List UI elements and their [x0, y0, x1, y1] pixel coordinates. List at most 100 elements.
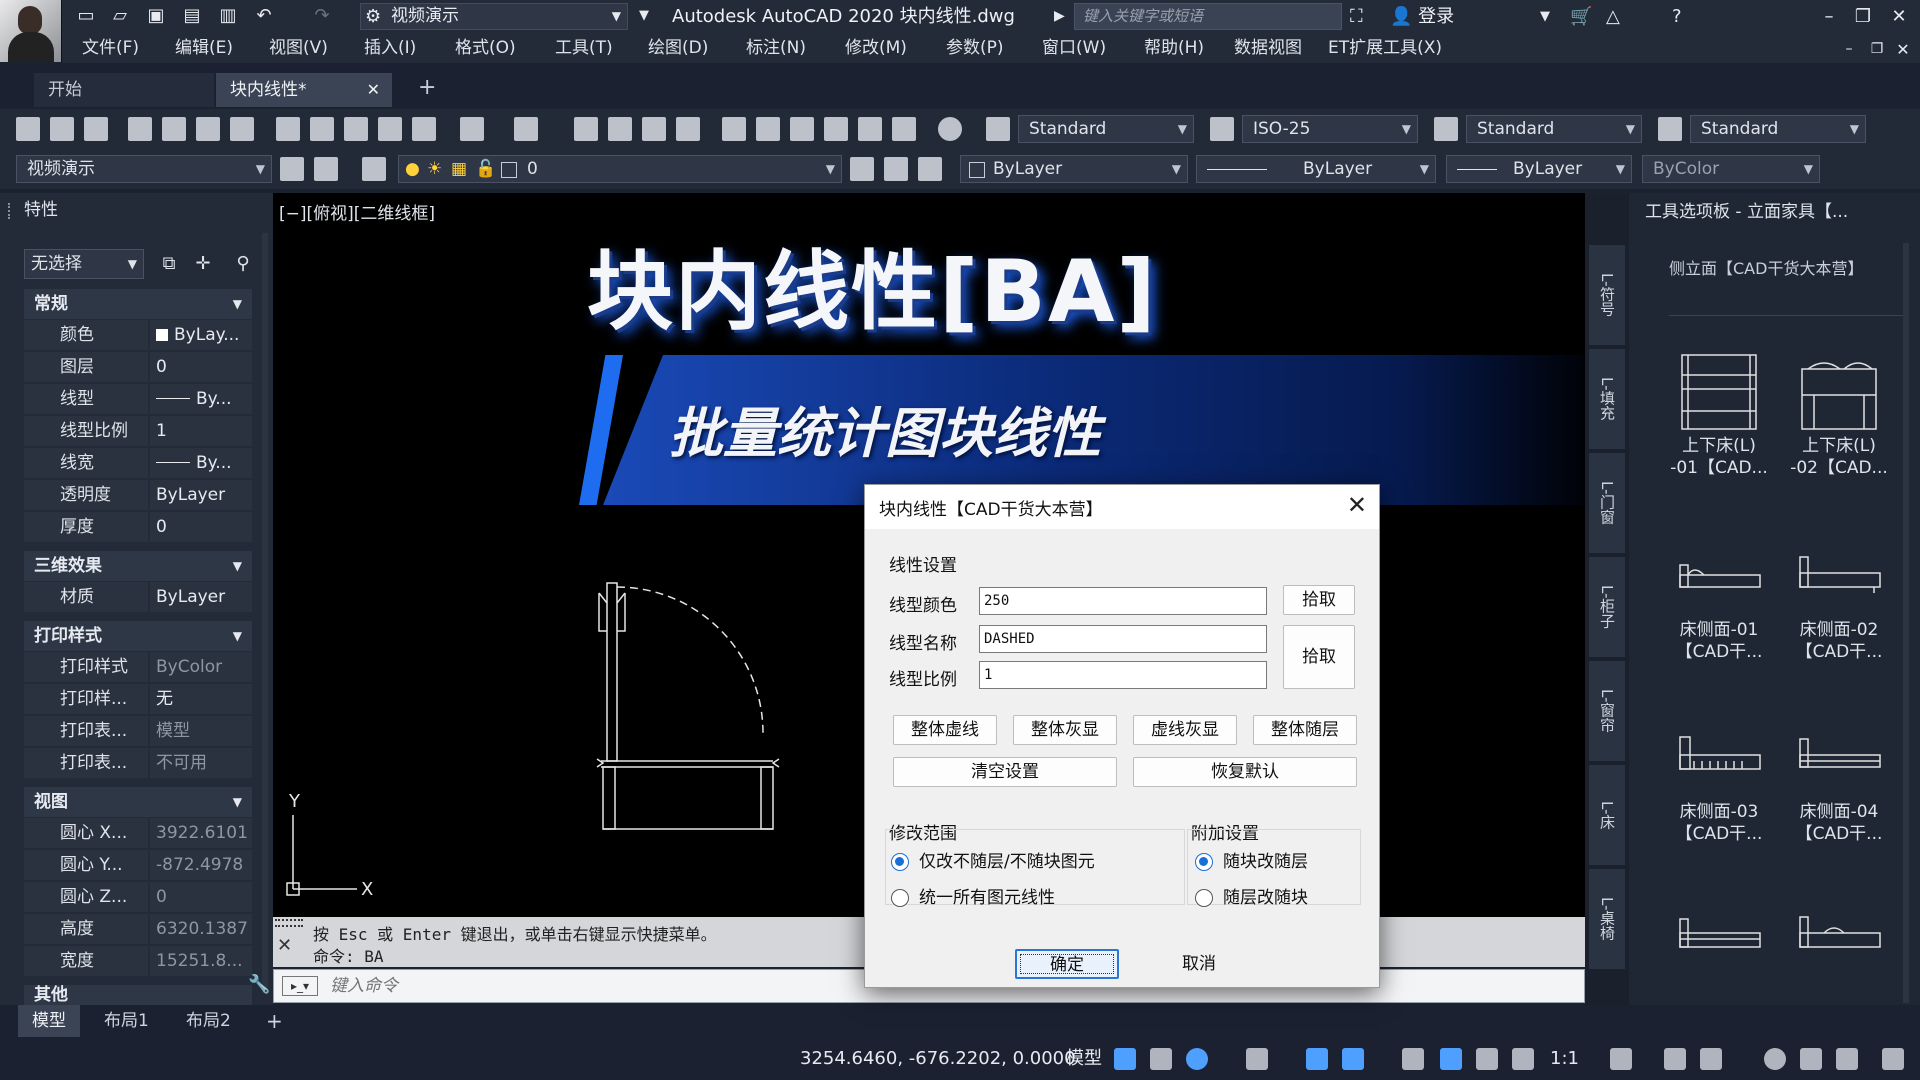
annotation-monitor-icon[interactable]	[1664, 1048, 1686, 1070]
menu-file[interactable]: 文件(F)	[82, 33, 139, 63]
plot-preview-icon[interactable]	[162, 117, 186, 141]
help-icon[interactable]	[938, 117, 962, 141]
layer-states-icon[interactable]	[314, 157, 338, 181]
tab-model[interactable]: 模型	[18, 1005, 80, 1037]
cut-icon[interactable]	[276, 117, 300, 141]
ok-button[interactable]: 确定	[1015, 949, 1119, 979]
prop-row-plot-table-attached[interactable]: 打印表... 模型	[24, 716, 252, 747]
calculator-icon[interactable]	[892, 117, 916, 141]
close-icon[interactable]: ✕	[277, 935, 292, 956]
layer-match-icon[interactable]	[918, 157, 942, 181]
markup-icon[interactable]	[858, 117, 882, 141]
palette-tab-symbols[interactable]: L-符号	[1589, 245, 1625, 345]
restore-button[interactable]: ❐	[1848, 0, 1878, 33]
menu-tools[interactable]: 工具(T)	[555, 33, 613, 63]
auto-scale-icon[interactable]	[1476, 1048, 1498, 1070]
linetype-color-input[interactable]	[979, 587, 1267, 615]
prop-row-plot-style[interactable]: 打印样式 ByColor	[24, 652, 252, 683]
lineweight-select[interactable]: ByLayer ▼	[1446, 155, 1632, 183]
undo-icon[interactable]	[460, 117, 484, 141]
prop-row-center-y[interactable]: 圆心 Y... -872.4978	[24, 850, 252, 881]
prop-row-transparency[interactable]: 透明度 ByLayer	[24, 480, 252, 511]
add-layout-button[interactable]: +	[252, 1005, 297, 1037]
redo-icon[interactable]: ↷	[310, 5, 334, 27]
cancel-button[interactable]: 取消	[1147, 949, 1251, 979]
zoom-previous-icon[interactable]	[676, 117, 700, 141]
annotation-scale-icon[interactable]	[1512, 1048, 1534, 1070]
tab-start[interactable]: 开始	[34, 73, 214, 107]
section-general[interactable]: 常规 ▼	[24, 289, 252, 319]
minimize-button[interactable]: –	[1814, 0, 1844, 33]
object-snap-tracking-icon[interactable]	[1306, 1048, 1328, 1070]
open-file-icon[interactable]: ▱	[108, 5, 132, 27]
linetype-scale-input[interactable]	[979, 661, 1267, 689]
isolate-objects-icon[interactable]	[1764, 1048, 1786, 1070]
login-button[interactable]: 👤 登录	[1390, 0, 1454, 33]
menu-draw[interactable]: 绘图(D)	[648, 33, 708, 63]
close-icon[interactable]: ✕	[1347, 491, 1367, 519]
section-3d-effects[interactable]: 三维效果 ▼	[24, 551, 252, 581]
layer-properties-icon[interactable]	[362, 157, 386, 181]
help-icon[interactable]: ?	[1672, 0, 1682, 33]
palette-item-bed-side-02[interactable]: 床侧面-02 【CAD干...	[1779, 529, 1899, 699]
menu-insert[interactable]: 插入(I)	[364, 33, 416, 63]
pick-linetype-button[interactable]: 拾取	[1283, 625, 1355, 689]
linetype-name-input[interactable]	[979, 625, 1267, 653]
tab-current-drawing[interactable]: 块内线性* ✕	[216, 73, 392, 107]
prop-row-ltscale[interactable]: 线型比例 1	[24, 416, 252, 447]
qnew-icon[interactable]	[16, 117, 40, 141]
object-snap-icon[interactable]	[1342, 1048, 1364, 1070]
lineweight-icon[interactable]	[1402, 1048, 1424, 1070]
palette-item-bed-side-03[interactable]: 床侧面-03 【CAD干...	[1659, 711, 1779, 881]
workspace-switch-icon[interactable]	[1610, 1048, 1632, 1070]
save-icon[interactable]: ▣	[144, 5, 168, 27]
menu-edit[interactable]: 编辑(E)	[175, 33, 233, 63]
prop-row-center-x[interactable]: 圆心 X... 3922.6101	[24, 818, 252, 849]
dialog-titlebar[interactable]: 块内线性【CAD干货大本营】 ✕	[865, 485, 1379, 529]
prop-row-plot-table-type[interactable]: 打印表... 不可用	[24, 748, 252, 779]
properties-icon[interactable]	[722, 117, 746, 141]
login-dropdown-icon[interactable]: ▼	[1540, 0, 1550, 33]
palette-item-bed-side-04[interactable]: 床侧面-04 【CAD干...	[1779, 711, 1899, 881]
new-tab-button[interactable]: +	[418, 75, 436, 100]
customize-qat-icon[interactable]: ▼	[632, 5, 656, 27]
all-bylayer-button[interactable]: 整体随层	[1253, 715, 1357, 745]
prop-row-width[interactable]: 宽度 15251.8...	[24, 946, 252, 977]
workspace-select[interactable]: ⚙ 视频演示 ▼	[360, 3, 628, 30]
plot-style-select[interactable]: ByColor ▼	[1642, 155, 1820, 183]
section-view[interactable]: 视图 ▼	[24, 787, 252, 817]
prop-row-color[interactable]: 颜色 ByLay...	[24, 320, 252, 351]
clean-screen-icon[interactable]	[1836, 1048, 1858, 1070]
palette-item-bed-side-01[interactable]: 床侧面-01 【CAD干...	[1659, 529, 1779, 699]
clear-settings-button[interactable]: 清空设置	[893, 757, 1117, 787]
command-prompt-icon[interactable]: ▸_▾	[282, 976, 318, 996]
command-grip-handle[interactable]	[275, 919, 303, 927]
restore-defaults-button[interactable]: 恢复默认	[1133, 757, 1357, 787]
layer-state-select[interactable]: 视频演示 ▼	[16, 155, 272, 183]
pick-color-button[interactable]: 拾取	[1283, 585, 1355, 615]
copy-icon[interactable]	[310, 117, 334, 141]
doc-minimize-button[interactable]: –	[1834, 33, 1864, 66]
dim-style-icon[interactable]	[1210, 117, 1234, 141]
snap-icon[interactable]	[1150, 1048, 1172, 1070]
palette-tab-curtains[interactable]: L-窗帘	[1589, 661, 1625, 761]
save-icon[interactable]	[84, 117, 108, 141]
palette-item-bunk-bed-02[interactable]: 上下床(L) -02【CAD...	[1779, 345, 1899, 515]
menu-express-tools[interactable]: ET扩展工具(X)	[1328, 33, 1442, 63]
select-objects-icon[interactable]: ✛	[190, 251, 216, 277]
menu-format[interactable]: 格式(O)	[455, 33, 516, 63]
menu-parametric[interactable]: 参数(P)	[946, 33, 1004, 63]
dashed-gray-button[interactable]: 虚线灰显	[1133, 715, 1237, 745]
hardware-acceleration-icon[interactable]	[1800, 1048, 1822, 1070]
plot-icon[interactable]	[128, 117, 152, 141]
doc-close-button[interactable]: ✕	[1888, 33, 1918, 66]
table-style-select[interactable]: Standard ▼	[1466, 115, 1642, 143]
prop-row-lineweight[interactable]: 线宽 By...	[24, 448, 252, 479]
save-as-icon[interactable]: ▤	[180, 5, 204, 27]
paste-icon[interactable]	[344, 117, 368, 141]
prop-row-material[interactable]: 材质 ByLayer	[24, 582, 252, 613]
undo-icon[interactable]: ↶	[252, 5, 276, 27]
redo-icon[interactable]	[514, 117, 538, 141]
menu-window[interactable]: 窗口(W)	[1042, 33, 1106, 63]
prop-row-plot-style-table[interactable]: 打印样... 无	[24, 684, 252, 715]
